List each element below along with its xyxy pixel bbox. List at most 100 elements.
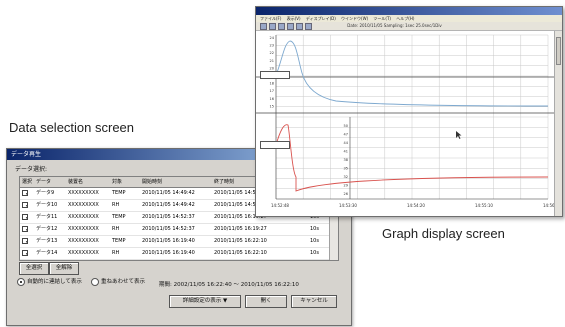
- select-all-button[interactable]: 全選択: [19, 262, 49, 275]
- x-tick-label: 14:54:20: [407, 203, 425, 208]
- table-cell: 2010/11/05 14:52:37: [142, 214, 195, 220]
- scrollbar-thumb[interactable]: [556, 37, 561, 65]
- y-tick-label: 26: [344, 192, 348, 196]
- table-cell: XXXXXXXXX: [68, 238, 99, 244]
- deselect-all-button[interactable]: 全解除: [49, 262, 79, 275]
- graph-title-bar: [256, 7, 562, 15]
- x-tick-label: 14:56:00: [543, 203, 554, 208]
- table-cell: 2010/11/05 14:52:37: [142, 226, 195, 232]
- y-tick-label: 22: [270, 51, 274, 55]
- table-cell: XXXXXXXXX: [68, 190, 99, 196]
- menu-item[interactable]: 表示(V): [287, 16, 301, 21]
- y-tick-label: 38: [344, 158, 348, 162]
- table-cell: 2010/11/05 16:19:27: [214, 226, 267, 232]
- print-icon[interactable]: [278, 22, 285, 30]
- zoom-in-icon[interactable]: [287, 22, 294, 30]
- menu-item[interactable]: ウインドウ(W): [341, 16, 368, 21]
- row-checkbox[interactable]: ✓: [20, 200, 34, 211]
- open-file-icon[interactable]: [260, 22, 267, 30]
- period-value: 2002/11/05 16:22:40 〜 2010/11/05 16:22:1…: [173, 282, 299, 288]
- row-checkbox[interactable]: ✓: [20, 188, 34, 199]
- y-tick-label: 17: [270, 89, 274, 93]
- table-cell: TEMP: [112, 238, 126, 244]
- graph-display-caption: Graph display screen: [382, 226, 505, 241]
- y-tick-label: 29: [344, 184, 348, 188]
- radio-auto-connect[interactable]: 自動的に連結して表示: [17, 277, 82, 286]
- y-tick-label: 41: [344, 150, 348, 154]
- y-tick-label: 20: [270, 66, 274, 70]
- table-cell: XXXXXXXXX: [68, 214, 99, 220]
- radio-auto-label: 自動的に連結して表示: [27, 279, 82, 285]
- x-tick-label: 14:55:10: [475, 203, 493, 208]
- trace-label-upper: [260, 71, 290, 79]
- period-label: 期間:: [159, 282, 172, 288]
- y-tick-label: 21: [270, 59, 274, 63]
- save-icon[interactable]: [269, 22, 276, 30]
- column-header[interactable]: 選択: [20, 177, 34, 187]
- row-checkbox[interactable]: ✓: [20, 248, 34, 259]
- y-tick-label: 24: [270, 36, 275, 40]
- y-tick-label: 32: [344, 175, 348, 179]
- checkmark-icon: ✓: [22, 189, 28, 196]
- cursor-icon[interactable]: [305, 22, 312, 30]
- table-cell: XXXXXXXXX: [68, 202, 99, 208]
- table-cell: TEMP: [112, 190, 126, 196]
- graph-menu-bar: ファイル(F) 表示(V) ディスプレイ(D) ウインドウ(W) ツール(T) …: [256, 15, 562, 22]
- column-header[interactable]: データ: [34, 177, 66, 187]
- table-cell: 2010/11/05 16:22:10: [214, 250, 267, 256]
- checkmark-icon: ✓: [22, 201, 28, 208]
- table-cell: 2010/11/05 16:19:40: [142, 250, 195, 256]
- y-tick-label: 35: [344, 167, 348, 171]
- table-cell: データ9: [36, 190, 55, 196]
- table-cell: データ14: [36, 250, 58, 256]
- y-tick-label: 50: [344, 124, 348, 128]
- menu-item[interactable]: ディスプレイ(D): [306, 16, 336, 21]
- table-row[interactable]: ✓ データ13 XXXXXXXXX TEMP 2010/11/05 16:19:40 20…: [20, 236, 338, 248]
- table-cell: データ13: [36, 238, 58, 244]
- trace-label-lower: [260, 141, 290, 149]
- table-cell: 2010/11/05 14:49:42: [142, 202, 195, 208]
- y-tick-label: 44: [344, 141, 349, 145]
- table-cell: XXXXXXXXX: [68, 250, 99, 256]
- open-button[interactable]: 開く: [245, 295, 287, 308]
- row-checkbox[interactable]: ✓: [20, 212, 34, 223]
- plot-background: [256, 31, 554, 216]
- table-cell: 2010/11/05 16:19:40: [142, 238, 195, 244]
- table-cell: 2010/11/05 14:49:42: [142, 190, 195, 196]
- checkmark-icon: ✓: [22, 237, 28, 244]
- menu-item[interactable]: ヘルプ(H): [396, 16, 414, 21]
- table-cell: RH: [112, 202, 120, 208]
- column-header[interactable]: 開始時刻: [140, 177, 212, 187]
- radio-selected-icon: [17, 277, 25, 286]
- radio-unselected-icon: [91, 277, 99, 286]
- graph-plot[interactable]: 2423222120191817161550474441383532292614…: [256, 31, 554, 216]
- table-cell: XXXXXXXXX: [68, 226, 99, 232]
- y-tick-label: 47: [344, 133, 348, 137]
- radio-overlay-label: 重ねあわせて表示: [101, 279, 146, 285]
- y-tick-label: 15: [270, 104, 274, 108]
- table-row[interactable]: ✓ データ14 XXXXXXXXX RH 2010/11/05 16:19:40 2010…: [20, 248, 338, 260]
- table-cell: データ10: [36, 202, 58, 208]
- row-checkbox[interactable]: ✓: [20, 236, 34, 247]
- y-tick-label: 18: [270, 82, 274, 86]
- column-header[interactable]: 装置名: [66, 177, 110, 187]
- period-readout: 期間: 2002/11/05 16:22:40 〜 2010/11/05 16:…: [159, 280, 299, 288]
- column-header[interactable]: 対象: [110, 177, 140, 187]
- graph-scrollbar[interactable]: [554, 31, 562, 216]
- table-cell: TEMP: [112, 214, 126, 220]
- detail-settings-button[interactable]: 詳細設定の表示 ▼: [169, 295, 241, 308]
- graph-window: ファイル(F) 表示(V) ディスプレイ(D) ウインドウ(W) ツール(T) …: [255, 6, 563, 217]
- table-cell: RH: [112, 226, 120, 232]
- y-tick-label: 23: [270, 44, 274, 48]
- row-checkbox[interactable]: ✓: [20, 224, 34, 235]
- checkmark-icon: ✓: [22, 249, 28, 256]
- menu-item[interactable]: ファイル(F): [260, 16, 281, 21]
- y-tick-label: 16: [270, 97, 274, 101]
- x-tick-label: 14:53:30: [339, 203, 357, 208]
- zoom-out-icon[interactable]: [296, 22, 303, 30]
- radio-overlay[interactable]: 重ねあわせて表示: [91, 277, 145, 286]
- table-row[interactable]: ✓ データ12 XXXXXXXXX RH 2010/11/05 14:52:37 2010…: [20, 224, 338, 236]
- checkmark-icon: ✓: [22, 213, 28, 220]
- menu-item[interactable]: ツール(T): [373, 16, 391, 21]
- cancel-button[interactable]: キャンセル: [291, 295, 337, 308]
